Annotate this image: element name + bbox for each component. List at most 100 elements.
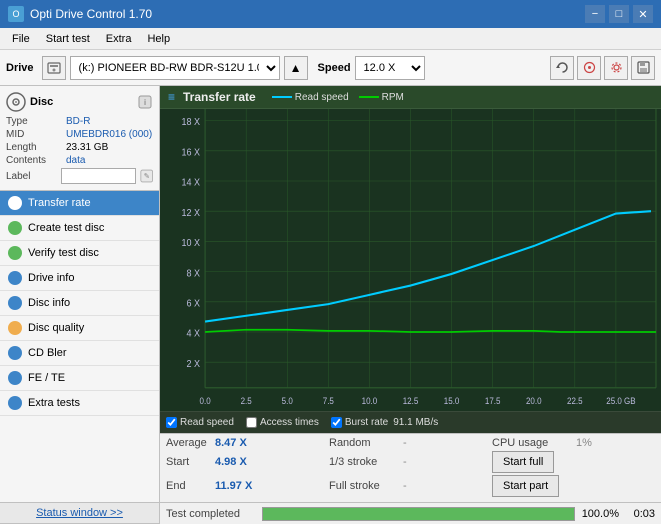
legend-read-speed: Read speed bbox=[272, 92, 349, 103]
stat-random: Random - bbox=[329, 437, 492, 449]
nav-drive-info[interactable]: Drive info bbox=[0, 266, 159, 291]
stat-stroke13: 1/3 stroke - bbox=[329, 456, 492, 468]
mid-value: UMEBDR016 (000) bbox=[66, 129, 152, 140]
legend-color-rpm bbox=[359, 96, 379, 98]
label-edit-icon[interactable]: ✎ bbox=[140, 168, 153, 184]
chart-container: 18 X 16 X 14 X 12 X 10 X 8 X 6 X 4 X 2 X… bbox=[160, 109, 661, 411]
eject-button[interactable]: ▲ bbox=[284, 56, 308, 80]
cpu-key: CPU usage bbox=[492, 437, 572, 449]
label-input[interactable] bbox=[61, 168, 136, 184]
legend-color-read-speed bbox=[272, 96, 292, 98]
checkboxes-row: Read speed Access times Burst rate 91.1 … bbox=[166, 415, 655, 430]
stat-start-part: Start part bbox=[492, 475, 655, 497]
checkbox-access-times-input[interactable] bbox=[246, 417, 257, 428]
nav-label-transfer-rate: Transfer rate bbox=[28, 197, 91, 209]
svg-text:25.0 GB: 25.0 GB bbox=[606, 395, 636, 406]
svg-text:12.5: 12.5 bbox=[403, 395, 419, 406]
nav-verify-test-disc[interactable]: Verify test disc bbox=[0, 241, 159, 266]
start-value: 4.98 X bbox=[215, 456, 255, 468]
chart-bottom: Read speed Access times Burst rate 91.1 … bbox=[160, 411, 661, 433]
chart-svg: 18 X 16 X 14 X 12 X 10 X 8 X 6 X 4 X 2 X… bbox=[160, 109, 661, 411]
svg-text:8 X: 8 X bbox=[187, 268, 201, 280]
stat-full-stroke: Full stroke - bbox=[329, 480, 492, 492]
stat-cpu: CPU usage 1% bbox=[492, 437, 655, 449]
legend-label-rpm: RPM bbox=[382, 92, 404, 103]
svg-text:2 X: 2 X bbox=[187, 358, 201, 370]
stat-start: Start 4.98 X bbox=[166, 456, 329, 468]
refresh-button[interactable] bbox=[550, 56, 574, 80]
menu-extra[interactable]: Extra bbox=[98, 31, 140, 47]
speed-label: Speed bbox=[318, 62, 351, 74]
checkbox-access-times[interactable]: Access times bbox=[246, 417, 319, 428]
progress-time: 0:03 bbox=[625, 508, 655, 520]
contents-row: Contents data bbox=[6, 155, 153, 166]
nav-icon-disc-quality bbox=[8, 321, 22, 335]
start-key: Start bbox=[166, 456, 211, 468]
close-button[interactable]: ✕ bbox=[633, 5, 653, 23]
nav-icon-transfer-rate bbox=[8, 196, 22, 210]
full-stroke-value: - bbox=[403, 480, 407, 492]
svg-text:17.5: 17.5 bbox=[485, 395, 501, 406]
menu-bar: File Start test Extra Help bbox=[0, 28, 661, 50]
menu-help[interactable]: Help bbox=[139, 31, 178, 47]
nav-transfer-rate[interactable]: Transfer rate bbox=[0, 191, 159, 216]
contents-value: data bbox=[66, 155, 85, 166]
nav-label-verify-test-disc: Verify test disc bbox=[28, 247, 99, 259]
disc-header-icon2: i bbox=[137, 94, 153, 110]
svg-text:0.0: 0.0 bbox=[200, 395, 211, 406]
nav-disc-info[interactable]: Disc info bbox=[0, 291, 159, 316]
svg-text:20.0: 20.0 bbox=[526, 395, 542, 406]
stats-row-2: Start 4.98 X 1/3 stroke - Start full bbox=[166, 451, 655, 473]
checkbox-burst-rate-input[interactable] bbox=[331, 417, 342, 428]
svg-text:15.0: 15.0 bbox=[444, 395, 460, 406]
nav-extra-tests[interactable]: Extra tests bbox=[0, 391, 159, 416]
nav-list: Transfer rate Create test disc Verify te… bbox=[0, 191, 159, 502]
maximize-button[interactable]: □ bbox=[609, 5, 629, 23]
menu-file[interactable]: File bbox=[4, 31, 38, 47]
drive-icon-btn[interactable] bbox=[42, 56, 66, 80]
save-button[interactable] bbox=[631, 56, 655, 80]
settings-button[interactable] bbox=[604, 56, 628, 80]
stats-row-3: End 11.97 X Full stroke - Start part bbox=[166, 475, 655, 497]
stroke13-value: - bbox=[403, 456, 407, 468]
svg-text:18 X: 18 X bbox=[182, 117, 201, 129]
drive-select[interactable]: (k:) PIONEER BD-RW BDR-S12U 1.00 bbox=[70, 56, 280, 80]
end-key: End bbox=[166, 480, 211, 492]
nav-disc-quality[interactable]: Disc quality bbox=[0, 316, 159, 341]
menu-start-test[interactable]: Start test bbox=[38, 31, 98, 47]
checkbox-read-speed[interactable]: Read speed bbox=[166, 417, 234, 428]
nav-icon-create-test-disc bbox=[8, 221, 22, 235]
minimize-button[interactable]: − bbox=[585, 5, 605, 23]
start-full-button[interactable]: Start full bbox=[492, 451, 554, 473]
nav-create-test-disc[interactable]: Create test disc bbox=[0, 216, 159, 241]
checkbox-read-speed-input[interactable] bbox=[166, 417, 177, 428]
stroke13-key: 1/3 stroke bbox=[329, 456, 399, 468]
toolbar: Drive (k:) PIONEER BD-RW BDR-S12U 1.00 ▲… bbox=[0, 50, 661, 86]
type-value: BD-R bbox=[66, 116, 90, 127]
svg-text:2.5: 2.5 bbox=[241, 395, 252, 406]
checkbox-burst-rate[interactable]: Burst rate 91.1 MB/s bbox=[331, 417, 438, 428]
stat-average: Average 8.47 X bbox=[166, 437, 329, 449]
nav-cd-bler[interactable]: CD Bler bbox=[0, 341, 159, 366]
chart-header: ≡ Transfer rate Read speed RPM bbox=[160, 86, 661, 109]
progress-row: Test completed 100.0% 0:03 bbox=[160, 502, 661, 524]
speed-select[interactable]: 12.0 X bbox=[355, 56, 425, 80]
svg-text:10.0: 10.0 bbox=[362, 395, 378, 406]
nav-fe-te[interactable]: FE / TE bbox=[0, 366, 159, 391]
svg-text:6 X: 6 X bbox=[187, 298, 201, 310]
svg-text:14 X: 14 X bbox=[182, 177, 201, 189]
app-title: Opti Drive Control 1.70 bbox=[30, 7, 152, 21]
svg-text:i: i bbox=[144, 98, 146, 107]
nav-icon-verify-test-disc bbox=[8, 246, 22, 260]
chart-title-icon: ≡ bbox=[168, 90, 175, 104]
start-part-button[interactable]: Start part bbox=[492, 475, 559, 497]
disc-section-icon bbox=[6, 92, 26, 112]
nav-icon-drive-info bbox=[8, 271, 22, 285]
svg-text:12 X: 12 X bbox=[182, 207, 201, 219]
stats-row-1: Average 8.47 X Random - CPU usage 1% bbox=[166, 437, 655, 449]
length-row: Length 23.31 GB bbox=[6, 142, 153, 153]
stat-start-full: Start full bbox=[492, 451, 655, 473]
status-window-button[interactable]: Status window >> bbox=[0, 502, 159, 524]
disc-button[interactable] bbox=[577, 56, 601, 80]
nav-label-cd-bler: CD Bler bbox=[28, 347, 67, 359]
